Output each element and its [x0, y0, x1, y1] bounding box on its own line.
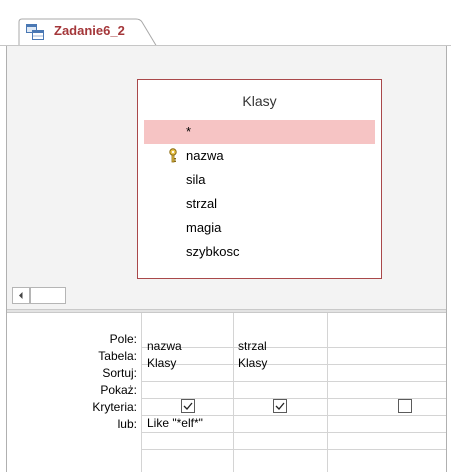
- scroll-left-button[interactable]: [12, 287, 30, 304]
- cell-criteria-1[interactable]: Like "*elf*": [147, 416, 203, 430]
- field-name: *: [186, 124, 192, 139]
- row-label-field: Pole:: [109, 332, 137, 346]
- query-design-icon: [26, 24, 44, 40]
- horizontal-scrollbar[interactable]: [7, 282, 446, 309]
- cell-field-1[interactable]: nazwa: [147, 339, 182, 353]
- field-row-nazwa[interactable]: nazwa: [144, 144, 375, 168]
- top-strip: [0, 0, 451, 12]
- cell-table-1[interactable]: Klasy: [147, 356, 176, 370]
- field-name: szybkosc: [186, 244, 240, 259]
- grid-row-line: [141, 449, 446, 450]
- row-label-sort: Sortuj:: [102, 366, 137, 380]
- grid-row-line: [141, 364, 446, 365]
- document-tab-bar: Zadanie6_2: [0, 12, 451, 47]
- cell-field-2[interactable]: strzal: [238, 339, 267, 353]
- cell-table-2[interactable]: Klasy: [238, 356, 267, 370]
- tab-zadanie6-2[interactable]: Zadanie6_2: [18, 18, 158, 47]
- field-row-sila[interactable]: sila: [144, 168, 375, 192]
- field-row-szybkosc[interactable]: szybkosc: [144, 240, 375, 264]
- scroll-thumb[interactable]: [30, 287, 66, 304]
- query-design-grid: Pole: Tabela: Sortuj: Pokaż: Kryteria: l…: [7, 313, 446, 472]
- row-label-criteria: Kryteria:: [92, 400, 137, 414]
- table-field-list-klasy[interactable]: Klasy * nazwa sila strzal magia szybkosc: [137, 79, 382, 279]
- field-row-magia[interactable]: magia: [144, 216, 375, 240]
- row-label-table: Tabela:: [98, 349, 137, 363]
- grid-row-line: [141, 381, 446, 382]
- row-label-or: lub:: [117, 417, 137, 431]
- grid-row-line: [141, 347, 446, 348]
- tab-title: Zadanie6_2: [54, 23, 125, 38]
- grid-row-line: [141, 432, 446, 433]
- checkmark-icon: [275, 402, 285, 410]
- checkmark-icon: [183, 402, 193, 410]
- field-row-all[interactable]: *: [144, 120, 375, 144]
- field-name: sila: [186, 172, 206, 187]
- field-row-strzal[interactable]: strzal: [144, 192, 375, 216]
- table-title[interactable]: Klasy: [138, 93, 381, 109]
- chevron-left-icon: [19, 292, 23, 299]
- show-checkbox-2[interactable]: [273, 399, 287, 413]
- row-label-show: Pokaż:: [100, 383, 137, 397]
- field-name: magia: [186, 220, 222, 235]
- show-checkbox-3[interactable]: [398, 399, 412, 413]
- show-checkbox-1[interactable]: [181, 399, 195, 413]
- field-name: nazwa: [186, 148, 224, 163]
- primary-key-icon: [168, 148, 180, 164]
- field-name: strzal: [186, 196, 218, 211]
- frame-right-border: [446, 46, 447, 472]
